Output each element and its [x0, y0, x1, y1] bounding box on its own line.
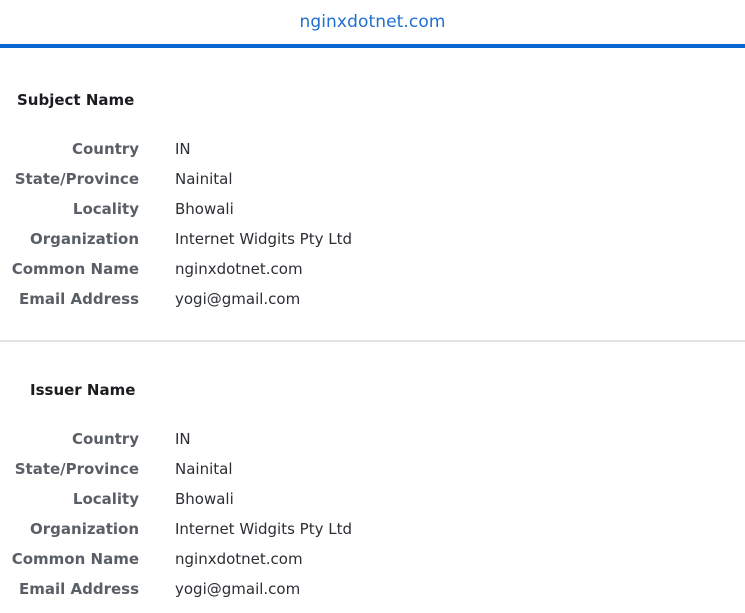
table-row: Email Address yogi@gmail.com [0, 284, 745, 314]
certificate-body: Subject Name Country IN State/Province N… [0, 48, 745, 604]
field-label: Locality [72, 490, 139, 508]
field-label: Common Name [11, 260, 139, 278]
table-row: Locality Bhowali [0, 484, 745, 514]
issuer-name-fields: Country IN State/Province Nainital Local… [0, 424, 745, 604]
field-label: Common Name [11, 550, 139, 568]
subject-name-fields: Country IN State/Province Nainital Local… [0, 134, 745, 314]
issuer-name-section: Issuer Name Country IN State/Province Na… [0, 342, 745, 604]
table-row: Email Address yogi@gmail.com [0, 574, 745, 604]
field-label: Organization [30, 520, 139, 538]
field-value: nginxdotnet.com [175, 550, 303, 568]
field-value: yogi@gmail.com [175, 290, 301, 308]
field-value: IN [175, 140, 191, 158]
field-value: nginxdotnet.com [175, 260, 303, 278]
subject-name-section: Subject Name Country IN State/Province N… [0, 48, 745, 340]
field-label: State/Province [14, 460, 139, 478]
field-value: IN [175, 430, 191, 448]
table-row: State/Province Nainital [0, 454, 745, 484]
field-label: Country [71, 430, 139, 448]
certificate-viewer: nginxdotnet.com Subject Name Country IN … [0, 0, 745, 613]
certificate-header: nginxdotnet.com [0, 0, 745, 44]
field-label: State/Province [14, 170, 139, 188]
field-value: yogi@gmail.com [175, 580, 301, 598]
table-row: Organization Internet Widgits Pty Ltd [0, 224, 745, 254]
table-row: State/Province Nainital [0, 164, 745, 194]
table-row: Country IN [0, 134, 745, 164]
field-label: Country [71, 140, 139, 158]
field-value: Nainital [175, 170, 233, 188]
issuer-name-heading: Issuer Name [30, 381, 136, 399]
field-value: Bhowali [175, 490, 234, 508]
field-value: Internet Widgits Pty Ltd [175, 230, 353, 248]
field-label: Email Address [18, 290, 139, 308]
field-value: Internet Widgits Pty Ltd [175, 520, 353, 538]
table-row: Organization Internet Widgits Pty Ltd [0, 514, 745, 544]
field-label: Organization [30, 230, 139, 248]
field-label: Locality [72, 200, 139, 218]
table-row: Locality Bhowali [0, 194, 745, 224]
table-row: Country IN [0, 424, 745, 454]
table-row: Common Name nginxdotnet.com [0, 544, 745, 574]
field-value: Bhowali [175, 200, 234, 218]
field-label: Email Address [18, 580, 139, 598]
field-value: Nainital [175, 460, 233, 478]
certificate-title: nginxdotnet.com [299, 12, 446, 32]
subject-name-heading: Subject Name [17, 91, 135, 109]
table-row: Common Name nginxdotnet.com [0, 254, 745, 284]
